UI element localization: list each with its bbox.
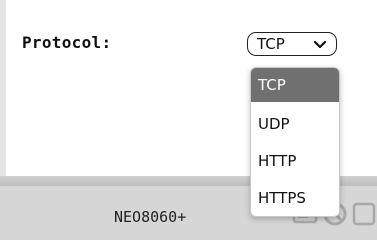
partial-icon: [352, 202, 376, 226]
protocol-select[interactable]: TCP: [247, 32, 337, 56]
model-name: NEO8060+: [114, 208, 187, 226]
option-tcp[interactable]: TCP: [251, 68, 339, 102]
panel-left-border: [0, 0, 6, 176]
protocol-dropdown-menu: TCP UDP HTTP HTTPS: [250, 67, 340, 217]
protocol-label: Protocol:: [22, 33, 112, 52]
option-http[interactable]: HTTP: [251, 144, 339, 178]
option-https[interactable]: HTTPS: [251, 181, 339, 215]
chevron-down-icon: [313, 40, 327, 49]
option-udp[interactable]: UDP: [251, 107, 339, 141]
protocol-select-value: TCP: [257, 35, 285, 53]
